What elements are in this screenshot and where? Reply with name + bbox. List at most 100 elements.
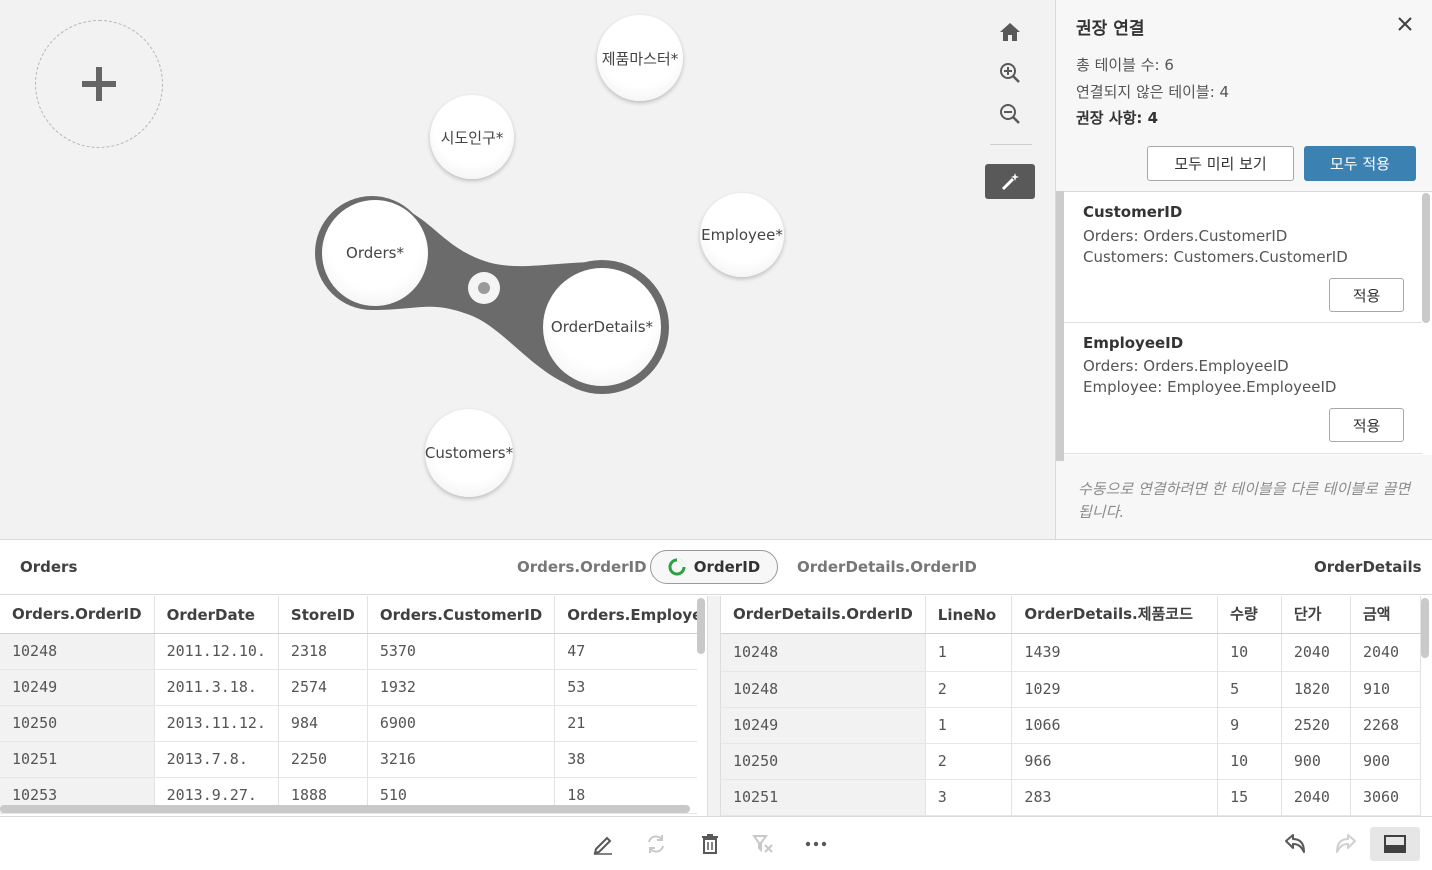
recommended-associations-toggle[interactable]: [985, 164, 1035, 199]
table-cell: 3: [925, 779, 1013, 816]
table-cell: 910: [1350, 671, 1421, 708]
column-header[interactable]: 금액: [1350, 596, 1421, 634]
table-association-link[interactable]: [0, 0, 1055, 539]
table-cell: 9: [1217, 707, 1282, 744]
table-cell: 5370: [367, 633, 556, 670]
table-bubble-label: Orders*: [346, 244, 404, 262]
more-button[interactable]: [803, 831, 829, 857]
close-icon: [1398, 17, 1412, 31]
preview-panel-toggle[interactable]: [1370, 827, 1420, 861]
table-row: 10251 2013.7.8. 2250 3216 38: [0, 741, 697, 778]
column-header[interactable]: LineNo: [925, 596, 1013, 634]
selected-recommendation-indicator: [1056, 191, 1064, 461]
edit-icon: [593, 836, 612, 855]
table-cell: 1820: [1281, 671, 1351, 708]
table-cell: 2: [925, 671, 1013, 708]
table-bubble-label: OrderDetails*: [550, 318, 654, 336]
apply-all-button[interactable]: 모두 적용: [1304, 146, 1416, 181]
table-cell: 10249: [721, 707, 926, 744]
left-table-horizontal-scrollbar[interactable]: [0, 805, 690, 813]
more-icon: [805, 841, 827, 847]
recommendation-source: Orders: Orders.CustomerID: [1083, 227, 1288, 245]
recommendation-list[interactable]: CustomerID Orders: Orders.CustomerID Cus…: [1056, 191, 1432, 455]
table-cell: 38: [554, 741, 697, 778]
table-bubble-customers[interactable]: Customers*: [425, 409, 513, 497]
left-data-table[interactable]: Orders.OrderID OrderDate StoreID Orders.…: [0, 596, 697, 816]
home-button[interactable]: [995, 17, 1025, 47]
model-canvas[interactable]: 제품마스터* 시도인구* Orders* OrderDetails* Emplo…: [0, 0, 1055, 539]
recommendation-target: Employee: Employee.EmployeeID: [1083, 378, 1337, 396]
column-header[interactable]: OrderDate: [154, 596, 279, 634]
redo-button[interactable]: [1333, 831, 1359, 857]
table-bubble-orders[interactable]: Orders*: [322, 200, 428, 306]
table-row: 10248 2011.12.10. 2318 5370 47: [0, 633, 697, 670]
table-cell: 10249: [0, 669, 155, 706]
recommendation-field-name: CustomerID: [1083, 203, 1183, 221]
table-cell: 2011.3.18.: [154, 669, 279, 706]
association-key-label: OrderID: [693, 558, 761, 576]
recommendation-target: Customers: Customers.CustomerID: [1083, 248, 1348, 266]
column-header[interactable]: StoreID: [278, 596, 368, 634]
recommendation-field-name: EmployeeID: [1083, 334, 1184, 352]
panel-close-button[interactable]: [1393, 12, 1417, 36]
recommendation-scrollbar[interactable]: [1422, 193, 1430, 323]
table-bubble-sido-population[interactable]: 시도인구*: [430, 95, 514, 179]
table-bubble-orderdetails[interactable]: OrderDetails*: [543, 268, 661, 386]
table-cell: 5: [1217, 671, 1282, 708]
magic-wand-icon: [1001, 172, 1019, 190]
right-association-field[interactable]: OrderDetails.OrderID: [797, 558, 977, 576]
left-association-field[interactable]: Orders.OrderID: [517, 558, 647, 576]
apply-recommendation-button[interactable]: 적용: [1329, 278, 1404, 312]
edit-button[interactable]: [590, 831, 616, 857]
table-cell: 3216: [367, 741, 556, 778]
table-cell: 2: [925, 743, 1013, 780]
clear-filter-button[interactable]: [750, 831, 776, 857]
right-table-vertical-scrollbar[interactable]: [1421, 598, 1429, 658]
preview-all-button[interactable]: 모두 미리 보기: [1147, 146, 1294, 181]
table-row: 10248 2 1029 5 1820 910: [721, 671, 1421, 708]
table-cell: 900: [1281, 743, 1351, 780]
column-header[interactable]: Orders.CustomerID: [367, 596, 556, 634]
column-header[interactable]: 단가: [1281, 596, 1351, 634]
table-cell: 900: [1350, 743, 1421, 780]
association-bar: Orders Orders.OrderID OrderID OrderDetai…: [0, 539, 1432, 595]
table-cell: 2011.12.10.: [154, 633, 279, 670]
delete-button[interactable]: [697, 831, 723, 857]
undo-button[interactable]: [1282, 831, 1308, 857]
table-bubble-product-master[interactable]: 제품마스터*: [597, 15, 683, 101]
table-cell: 10250: [721, 743, 926, 780]
table-cell: 2013.11.12.: [154, 705, 279, 742]
table-cell: 2318: [278, 633, 368, 670]
refresh-button[interactable]: [643, 831, 669, 857]
recommendations-count: 권장 사항: 4: [1076, 109, 1159, 127]
table-cell: 2250: [278, 741, 368, 778]
footer-toolbar: [0, 816, 1432, 870]
table-row: 10249 1 1066 9 2520 2268: [721, 707, 1421, 744]
recommendation-item: CustomerID Orders: Orders.CustomerID Cus…: [1064, 192, 1422, 323]
apply-recommendation-button[interactable]: 적용: [1329, 408, 1404, 442]
table-cell: 53: [554, 669, 697, 706]
table-cell: 1439: [1011, 633, 1219, 672]
table-cell: 1: [925, 633, 1013, 672]
column-header[interactable]: OrderDetails.OrderID: [721, 596, 926, 634]
table-cell: 3060: [1350, 779, 1421, 816]
column-header[interactable]: 수량: [1217, 596, 1282, 634]
right-table-name: OrderDetails: [1314, 558, 1422, 576]
table-cell: 283: [1011, 779, 1219, 816]
association-key-chip[interactable]: OrderID: [650, 550, 778, 584]
zoom-out-button[interactable]: [995, 99, 1025, 129]
table-cell: 47: [554, 633, 697, 670]
undo-icon: [1285, 834, 1305, 853]
column-header[interactable]: OrderDetails.제품코드: [1011, 596, 1219, 634]
column-header[interactable]: Orders.OrderID: [0, 596, 155, 634]
table-cell: 2040: [1281, 633, 1351, 672]
column-header[interactable]: Orders.EmployeeID: [554, 596, 697, 634]
table-cell: 10251: [0, 741, 155, 778]
zoom-in-button[interactable]: [995, 58, 1025, 88]
table-row: 10250 2 966 10 900 900: [721, 743, 1421, 780]
association-ring-icon: [668, 558, 686, 576]
table-row: 10251 3 283 15 2040 3060: [721, 779, 1421, 816]
right-data-table[interactable]: OrderDetails.OrderID LineNo OrderDetails…: [721, 596, 1421, 816]
left-table-vertical-scrollbar[interactable]: [697, 598, 705, 654]
table-bubble-employee[interactable]: Employee*: [700, 193, 784, 277]
